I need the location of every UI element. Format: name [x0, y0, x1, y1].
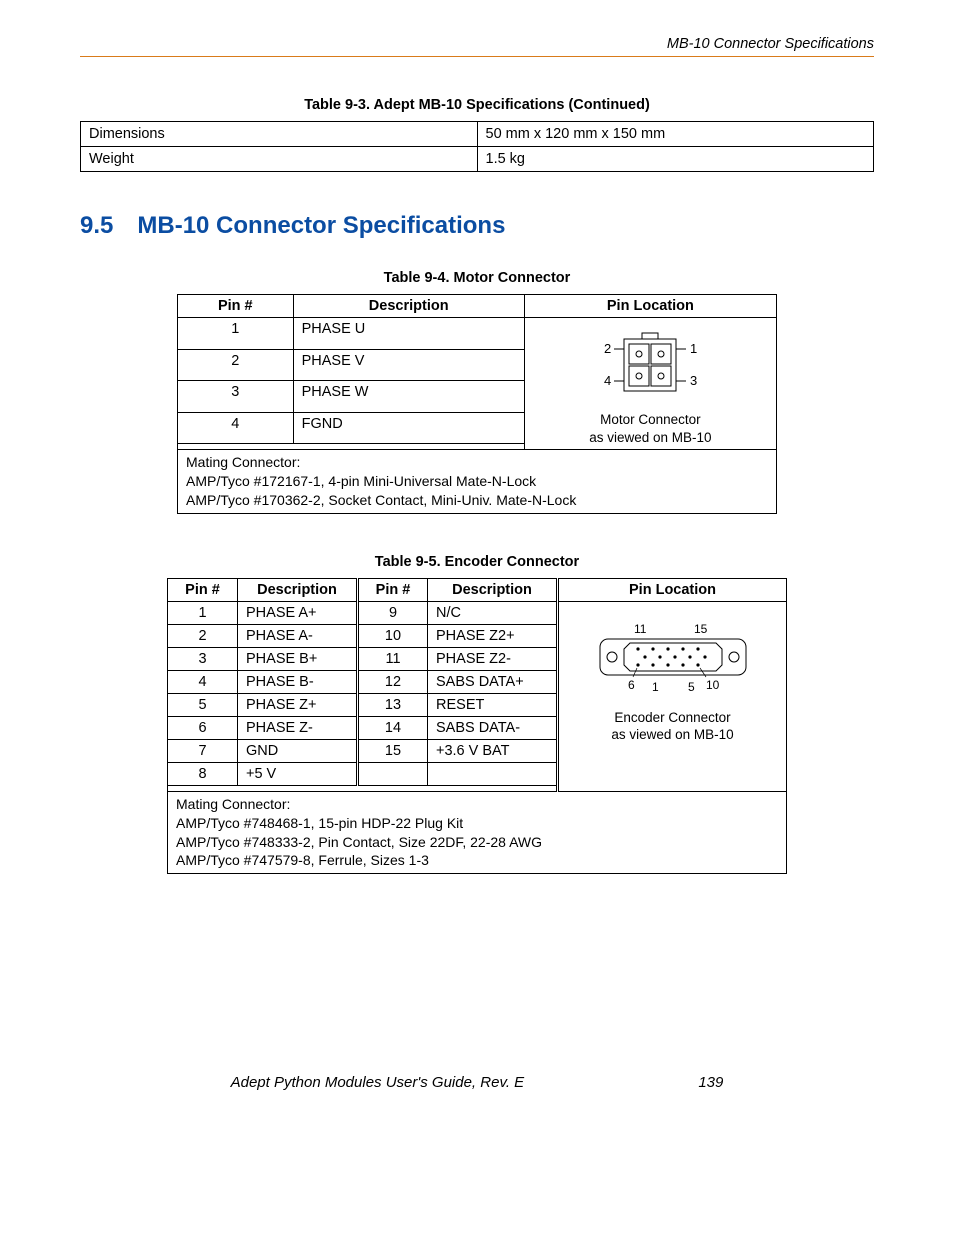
svg-text:15: 15 [694, 622, 708, 636]
mating-connector-cell: Mating Connector: AMP/Tyco #748468-1, 15… [168, 791, 787, 874]
pin-cell: 5 [168, 693, 238, 716]
running-header: MB-10 Connector Specifications [80, 36, 874, 56]
pin-cell: 2 [178, 349, 294, 381]
table-9-5-caption: Table 9-5. Encoder Connector [80, 554, 874, 570]
pin-cell: 3 [178, 381, 294, 413]
col-pin: Pin # [178, 295, 294, 318]
svg-text:1: 1 [652, 680, 659, 694]
page-number: 139 [698, 1074, 723, 1091]
cell-val: 1.5 kg [477, 147, 874, 172]
section-heading: 9.5 MB-10 Connector Specifications [80, 212, 874, 240]
pin-cell: 2 [168, 624, 238, 647]
pin-cell: 14 [358, 716, 428, 739]
pin-cell: 12 [358, 670, 428, 693]
pin-cell: 8 [168, 762, 238, 785]
pin-location-diagram-cell: 1 2 3 4 Motor Connector as viewed on MB-… [524, 318, 776, 450]
desc-cell: PHASE A- [238, 624, 358, 647]
pin-cell: 4 [178, 412, 294, 444]
col-loc: Pin Location [558, 578, 787, 601]
desc-cell: PHASE A+ [238, 601, 358, 624]
table-row: Weight 1.5 kg [81, 147, 874, 172]
pin-cell: 11 [358, 647, 428, 670]
desc-cell: PHASE Z- [238, 716, 358, 739]
col-desc: Description [428, 578, 558, 601]
desc-cell: +5 V [238, 762, 358, 785]
diagram-caption-1: Encoder Connector [614, 710, 730, 725]
table-9-5: Pin # Description Pin # Description Pin … [167, 578, 787, 875]
col-desc: Description [293, 295, 524, 318]
desc-cell: FGND [293, 412, 524, 444]
svg-text:4: 4 [604, 373, 611, 388]
pin-cell: 13 [358, 693, 428, 716]
cell-val: 50 mm x 120 mm x 150 mm [477, 122, 874, 147]
cell-key: Dimensions [81, 122, 478, 147]
pin-cell: 1 [168, 601, 238, 624]
col-pin: Pin # [168, 578, 238, 601]
page-footer: Adept Python Modules User's Guide, Rev. … [80, 1074, 874, 1091]
desc-cell: +3.6 V BAT [428, 739, 558, 762]
desc-cell: PHASE W [293, 381, 524, 413]
section-title: MB-10 Connector Specifications [137, 212, 505, 239]
footer-title: Adept Python Modules User's Guide, Rev. … [231, 1074, 525, 1091]
diagram-caption-1: Motor Connector [600, 412, 701, 427]
svg-text:6: 6 [628, 678, 635, 692]
cell-key: Weight [81, 147, 478, 172]
col-desc: Description [238, 578, 358, 601]
pin-cell: 6 [168, 716, 238, 739]
pin-cell: 3 [168, 647, 238, 670]
motor-connector-diagram: 1 2 3 4 [590, 327, 710, 403]
diagram-caption-2: as viewed on MB-10 [611, 727, 733, 742]
pin-cell: 4 [168, 670, 238, 693]
desc-cell: PHASE U [293, 318, 524, 350]
desc-cell: PHASE Z2- [428, 647, 558, 670]
desc-cell: SABS DATA- [428, 716, 558, 739]
pin-cell: 10 [358, 624, 428, 647]
col-pin: Pin # [358, 578, 428, 601]
table-9-4-caption: Table 9-4. Motor Connector [80, 270, 874, 286]
table-row: Dimensions 50 mm x 120 mm x 150 mm [81, 122, 874, 147]
svg-text:10: 10 [706, 678, 720, 692]
pin-cell: 9 [358, 601, 428, 624]
col-loc: Pin Location [524, 295, 776, 318]
desc-cell: PHASE Z2+ [428, 624, 558, 647]
diagram-caption-2: as viewed on MB-10 [589, 430, 711, 445]
desc-cell: PHASE B+ [238, 647, 358, 670]
desc-cell: PHASE B- [238, 670, 358, 693]
pin-cell [358, 762, 428, 785]
desc-cell: PHASE V [293, 349, 524, 381]
mating-connector-cell: Mating Connector: AMP/Tyco #172167-1, 4-… [178, 450, 777, 514]
pin-location-diagram-cell: 11 15 6 1 5 10 Encoder Connector as view… [558, 601, 787, 791]
header-rule [80, 56, 874, 57]
svg-text:2: 2 [604, 341, 611, 356]
desc-cell: RESET [428, 693, 558, 716]
desc-cell: N/C [428, 601, 558, 624]
table-9-3: Dimensions 50 mm x 120 mm x 150 mm Weigh… [80, 121, 874, 172]
svg-text:5: 5 [688, 680, 695, 694]
desc-cell: PHASE Z+ [238, 693, 358, 716]
section-number: 9.5 [80, 212, 113, 239]
table-9-4: Pin # Description Pin Location 1 PHASE U [177, 294, 777, 514]
pin-cell: 15 [358, 739, 428, 762]
desc-cell: GND [238, 739, 358, 762]
table-9-3-caption: Table 9-3. Adept MB-10 Specifications (C… [80, 97, 874, 113]
encoder-connector-diagram: 11 15 6 1 5 10 [578, 611, 768, 701]
desc-cell: SABS DATA+ [428, 670, 558, 693]
svg-text:3: 3 [690, 373, 697, 388]
pin-cell: 1 [178, 318, 294, 350]
desc-cell [428, 762, 558, 785]
svg-text:1: 1 [690, 341, 697, 356]
svg-text:11: 11 [634, 622, 647, 636]
pin-cell: 7 [168, 739, 238, 762]
